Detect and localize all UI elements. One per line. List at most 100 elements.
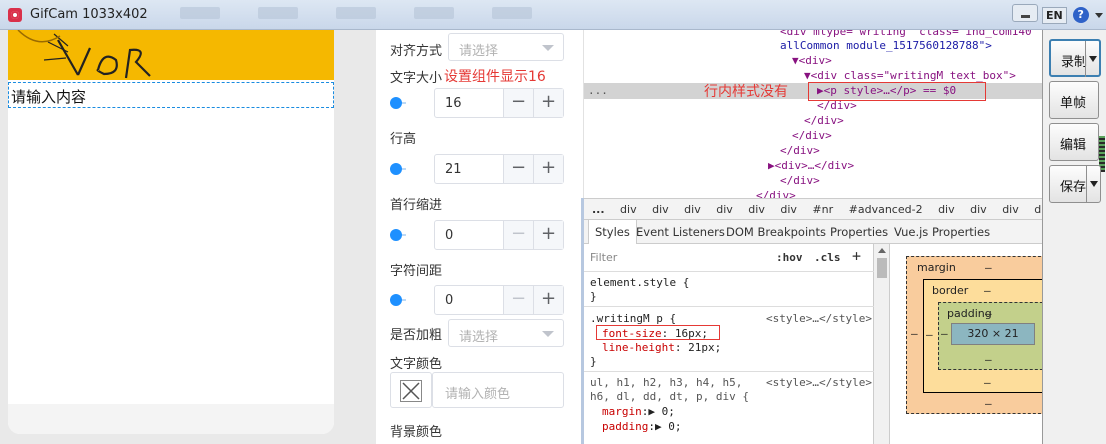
dom-line[interactable]: ▼<div class="writingM text_box"> [804, 69, 1016, 82]
breadcrumb-item[interactable]: div [652, 203, 669, 216]
single-frame-button[interactable]: 单帧 [1049, 81, 1099, 119]
breadcrumb-item[interactable]: ... [592, 203, 605, 216]
edit-button[interactable]: 编辑 [1049, 123, 1099, 161]
line-height-stepper[interactable]: 21 − + [434, 154, 564, 184]
line-height-increment-button[interactable]: + [533, 155, 563, 183]
indent-slider-track[interactable] [402, 234, 406, 236]
styles-filter-input[interactable]: Filter [590, 251, 617, 264]
rule-source-link[interactable]: <style>…</style> [766, 376, 872, 389]
padding-bottom-value[interactable]: – [985, 353, 992, 366]
font-size-slider-track[interactable] [402, 102, 406, 104]
rule-selector[interactable]: ul, h1, h2, h3, h4, h5, [590, 376, 742, 389]
indent-increment-button[interactable]: + [533, 221, 563, 249]
add-rule-button[interactable]: + [852, 247, 861, 265]
scroll-up-icon[interactable] [878, 248, 886, 253]
rule-source-link[interactable]: <style>…</style> [766, 312, 872, 325]
font-size-value[interactable]: 16 [445, 96, 462, 111]
spacing-slider-handle[interactable] [390, 294, 402, 306]
breadcrumb-item[interactable]: div [748, 203, 765, 216]
class-toggle-button[interactable]: .cls [814, 251, 841, 264]
text-component[interactable]: 请输入内容 [8, 82, 334, 108]
dom-line[interactable]: ▶<div>…</div> [768, 159, 854, 172]
box-model-padding[interactable]: padding – – – 320 × 21 [938, 302, 1048, 370]
spacing-decrement-button[interactable]: − [503, 286, 533, 314]
dom-ellipsis[interactable]: ... [588, 84, 608, 97]
breadcrumb-item[interactable]: div [970, 203, 987, 216]
spacing-stepper[interactable]: 0 − + [434, 285, 564, 315]
element-style-selector[interactable]: element.style { [590, 276, 689, 289]
box-model-margin[interactable]: margin – – – border – – – padding – – – … [906, 256, 1048, 414]
dom-line[interactable]: <div mtype="writing" class="ind_com140 [780, 30, 1032, 38]
indent-value[interactable]: 0 [445, 228, 453, 243]
rule-selector[interactable]: .writingM p { [590, 312, 676, 325]
border-left-value[interactable]: – [926, 328, 933, 341]
banner-image[interactable] [8, 30, 334, 80]
dom-line[interactable]: allCommon module_1517560128788"> [780, 39, 992, 52]
breadcrumb-item[interactable]: div [684, 203, 701, 216]
tab-properties[interactable]: Properties [830, 225, 888, 239]
line-height-decrement-button[interactable]: − [503, 155, 533, 183]
box-model-border[interactable]: border – – – padding – – – 320 × 21 [923, 279, 1048, 393]
align-select[interactable]: 请选择 [448, 33, 564, 61]
dom-line[interactable]: </div> [792, 129, 832, 142]
styles-scrollbar[interactable] [874, 244, 890, 444]
breadcrumb-item[interactable]: div [1034, 203, 1042, 216]
css-declaration[interactable]: margin:▶ 0; [602, 405, 675, 418]
font-size-slider-handle[interactable] [390, 97, 402, 109]
spacing-value[interactable]: 0 [445, 293, 453, 308]
record-dropdown-icon[interactable] [1085, 41, 1099, 77]
breadcrumb-item[interactable]: div [620, 203, 637, 216]
color-picker-button[interactable] [390, 372, 432, 408]
breadcrumb-item[interactable]: div [716, 203, 733, 216]
breadcrumb-item[interactable]: div [1002, 203, 1019, 216]
align-select-placeholder: 请选择 [459, 44, 499, 59]
font-size-increment-button[interactable]: + [533, 89, 563, 117]
spacing-increment-button[interactable]: + [533, 286, 563, 314]
save-button[interactable]: 保存 [1049, 165, 1101, 203]
line-height-value[interactable]: 21 [445, 162, 462, 177]
padding-top-value[interactable]: – [985, 307, 992, 320]
indent-slider-handle[interactable] [390, 229, 402, 241]
breadcrumb-item[interactable]: div [780, 203, 797, 216]
tab-event-listeners[interactable]: Event Listeners [636, 225, 725, 239]
scroll-thumb[interactable] [877, 258, 887, 278]
save-dropdown-icon[interactable] [1086, 166, 1100, 202]
dom-line[interactable]: </div> [804, 114, 844, 127]
breadcrumb-item[interactable]: div [938, 203, 955, 216]
margin-top-value[interactable]: – [985, 261, 992, 274]
dom-line[interactable]: </div> [780, 144, 820, 157]
dom-line[interactable]: </div> [817, 99, 857, 112]
bold-select[interactable]: 请选择 [448, 319, 564, 347]
padding-left-value[interactable]: – [941, 327, 948, 340]
dom-line[interactable]: </div> [780, 174, 820, 187]
spacing-slider-track[interactable] [402, 299, 406, 301]
css-declaration[interactable]: padding:▶ 0; [602, 420, 681, 433]
margin-bottom-value[interactable]: – [985, 397, 992, 410]
indent-stepper[interactable]: 0 − + [434, 220, 564, 250]
dom-line[interactable]: </div> [756, 189, 796, 198]
help-icon[interactable]: ? [1072, 7, 1089, 23]
margin-left-value[interactable]: – [911, 327, 918, 340]
minimize-button[interactable] [1012, 4, 1038, 22]
font-size-decrement-button[interactable]: − [503, 89, 533, 117]
text-color-input[interactable]: 请输入颜色 [432, 372, 564, 408]
font-size-stepper[interactable]: 16 − + [434, 88, 564, 118]
tab-dom-breakpoints[interactable]: DOM Breakpoints [726, 225, 826, 239]
tab-styles[interactable]: Styles [588, 220, 637, 244]
css-declaration[interactable]: line-height: 21px; [602, 341, 721, 354]
hover-state-button[interactable]: :hov [776, 251, 803, 264]
indent-decrement-button[interactable]: − [503, 221, 533, 249]
record-button[interactable]: 录制 [1049, 39, 1101, 77]
language-indicator[interactable]: EN [1042, 6, 1067, 24]
breadcrumb-item[interactable]: #nr [812, 203, 833, 216]
dom-line[interactable]: ▼<div> [792, 54, 832, 67]
line-height-slider-handle[interactable] [390, 163, 402, 175]
breadcrumb-item[interactable]: #advanced-2 [849, 203, 923, 216]
tray-dropdown-icon[interactable] [1094, 12, 1103, 18]
border-top-value[interactable]: – [984, 284, 991, 297]
box-model-content[interactable]: 320 × 21 [951, 323, 1035, 345]
border-bottom-value[interactable]: – [984, 376, 991, 389]
line-height-slider-track[interactable] [402, 168, 406, 170]
rule-selector[interactable]: h6, dl, dd, dt, p, div { [590, 390, 749, 403]
tab-vuejs-properties[interactable]: Vue.js Properties [894, 225, 990, 239]
